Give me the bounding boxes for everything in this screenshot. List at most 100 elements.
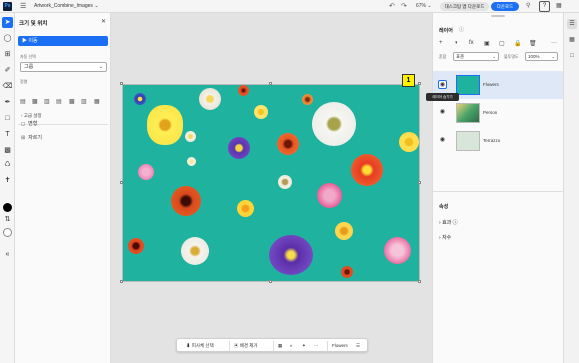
step-badge: 1 (402, 74, 415, 87)
chevron-down-icon: ⌄ (492, 54, 496, 59)
select-subject-button[interactable]: ⬇ 피사체 선택 (184, 341, 216, 351)
properties-panel-icon[interactable]: ▦ (567, 35, 577, 45)
close-icon[interactable]: ✕ (101, 18, 106, 25)
align-bottom-icon[interactable]: ▥ (81, 99, 87, 105)
transform-handle-tl[interactable] (120, 82, 123, 85)
layer-row-person[interactable]: ◉ Person (433, 99, 564, 127)
download-desktop-app-button[interactable]: 대스크탑 앱 다운로드 (440, 2, 489, 11)
transform-handle-tr[interactable] (418, 82, 421, 85)
distribute-icon[interactable]: ▦ (94, 99, 100, 105)
more-icon[interactable]: ··· (551, 40, 557, 46)
crop-icon: ⊞ (21, 135, 26, 141)
flower-gerbera (351, 154, 383, 186)
align-center-h-icon[interactable]: ▩ (32, 99, 38, 105)
brush-tool[interactable]: ✐ (2, 65, 13, 76)
eraser-tool[interactable]: ⌫ (2, 81, 13, 92)
collapse-icon[interactable]: « (2, 249, 13, 260)
align-top-icon[interactable]: ▤ (56, 99, 62, 105)
align-right-icon[interactable]: ▥ (44, 99, 50, 105)
background-color-swatch[interactable] (3, 228, 12, 237)
redo-icon[interactable]: ↷ (401, 2, 407, 10)
info-icon[interactable]: ⓘ (453, 220, 458, 226)
divider (433, 191, 564, 192)
clone-tool[interactable]: ♺ (2, 159, 13, 170)
flower-white (199, 88, 221, 110)
move-option[interactable]: ▶ 이동 (18, 36, 108, 46)
eyedropper-icon[interactable]: ✝ (2, 175, 13, 186)
artboard[interactable] (122, 84, 420, 282)
info-icon[interactable]: ⓘ (459, 26, 464, 33)
apps-icon[interactable]: ▦ (556, 2, 562, 9)
layer-name: Terrazzo (483, 138, 501, 143)
lock-icon[interactable]: 🔒 (514, 40, 521, 47)
flower-pink-bud (138, 164, 154, 180)
transform-handle-l[interactable] (120, 181, 123, 184)
eye-icon[interactable]: ◉ (438, 108, 447, 117)
transform-handle-r[interactable] (418, 181, 421, 184)
opacity-dropdown[interactable]: 100% ⌄ (525, 52, 558, 61)
auto-select-dropdown[interactable]: 그룹 ⌄ (20, 62, 107, 72)
more-icon[interactable]: ··· (312, 341, 321, 351)
swap-colors-icon[interactable]: ⇅ (2, 214, 13, 225)
effect-icon[interactable]: ✦ (300, 341, 308, 351)
layer-actions: + ◑ fx ▣ ▢ 🔒 🗑 ··· (439, 40, 559, 48)
pen-tool[interactable]: ✒ (2, 97, 13, 108)
help-icon[interactable]: ? (539, 1, 550, 12)
zoom-level[interactable]: 67% ⌄ (416, 3, 432, 9)
blend-label: 혼합 (439, 54, 447, 59)
crop-tool[interactable]: ⊞ (2, 49, 13, 60)
delete-icon[interactable]: 🗑 (529, 40, 537, 47)
panel-grip[interactable] (491, 15, 505, 17)
fill-tool[interactable]: ▩ (2, 145, 13, 156)
layers-icon[interactable]: ☰ (354, 341, 362, 351)
flower-red (238, 85, 249, 96)
layer-thumbnail (456, 75, 480, 95)
properties-title: 속성 (439, 204, 449, 210)
layer-row-terrazzo[interactable]: ◉ Terrazzo (433, 127, 564, 155)
group-icon[interactable]: ▢ (499, 40, 505, 47)
effects-section[interactable]: › 효과 ⓘ (439, 219, 458, 226)
flower-yellow (254, 105, 268, 119)
type-tool[interactable]: T (2, 129, 13, 140)
foreground-color-swatch[interactable] (3, 203, 12, 212)
mask-icon[interactable]: ▣ (484, 40, 490, 47)
hide-layer-tooltip: 레이어 숨기기 (426, 93, 459, 101)
flower-yellow-mid (237, 200, 254, 217)
adjustment-icon[interactable]: ◑ (454, 40, 458, 46)
advanced-settings-toggle[interactable]: › 고급 설정 (21, 113, 42, 119)
divider (229, 341, 230, 351)
document-title[interactable]: Artwork_Combine_Images ⌄ (34, 3, 99, 9)
shape-tool[interactable]: □ (2, 113, 13, 124)
menu-icon[interactable]: ☰ (20, 3, 26, 10)
eye-icon[interactable]: ◉ (438, 80, 447, 89)
layer-thumbnail (456, 131, 480, 151)
lasso-tool[interactable]: ◯ (2, 33, 13, 44)
properties-section[interactable]: › 자수 (439, 234, 451, 241)
align-label: 정렬 (20, 79, 28, 84)
add-layer-icon[interactable]: + (439, 40, 443, 46)
transform-handle-t[interactable] (269, 82, 272, 85)
flower-small-white (187, 157, 196, 166)
transform-handle-b[interactable] (269, 280, 272, 283)
crop-item[interactable]: ⊞ 자르기 (21, 134, 42, 141)
comments-icon[interactable]: □ (567, 51, 577, 61)
adjust-icon[interactable]: ◐ (288, 341, 295, 351)
eye-icon[interactable]: ◉ (438, 136, 447, 145)
search-icon[interactable]: ⚲ (526, 2, 530, 9)
canvas-area[interactable] (111, 13, 432, 363)
transform-handle-bl[interactable] (120, 280, 123, 283)
fill-icon[interactable]: ▦ (276, 341, 284, 351)
move-tool[interactable]: ➤ (2, 17, 13, 28)
align-left-icon[interactable]: ▤ (20, 99, 26, 105)
transform-handle-br[interactable] (418, 280, 421, 283)
contextual-task-bar: ⬇ 피사체 선택 ▣ 배경 제거 ▦ ◐ ✦ ··· Flowers ☰ (176, 338, 368, 352)
photoshop-logo[interactable]: Ps (3, 2, 12, 11)
fx-icon[interactable]: fx (469, 40, 474, 46)
layers-panel-icon[interactable]: ☰ (567, 19, 577, 29)
align-middle-icon[interactable]: ▩ (69, 99, 75, 105)
undo-icon[interactable]: ↶ (389, 2, 395, 10)
transform-item[interactable]: ◻ 변형 (21, 120, 37, 127)
download-button[interactable]: 다운로드 (491, 2, 519, 11)
blend-mode-dropdown[interactable]: 표준 ⌄ (453, 52, 499, 61)
remove-background-button[interactable]: ▣ 배경 제거 (232, 341, 260, 351)
